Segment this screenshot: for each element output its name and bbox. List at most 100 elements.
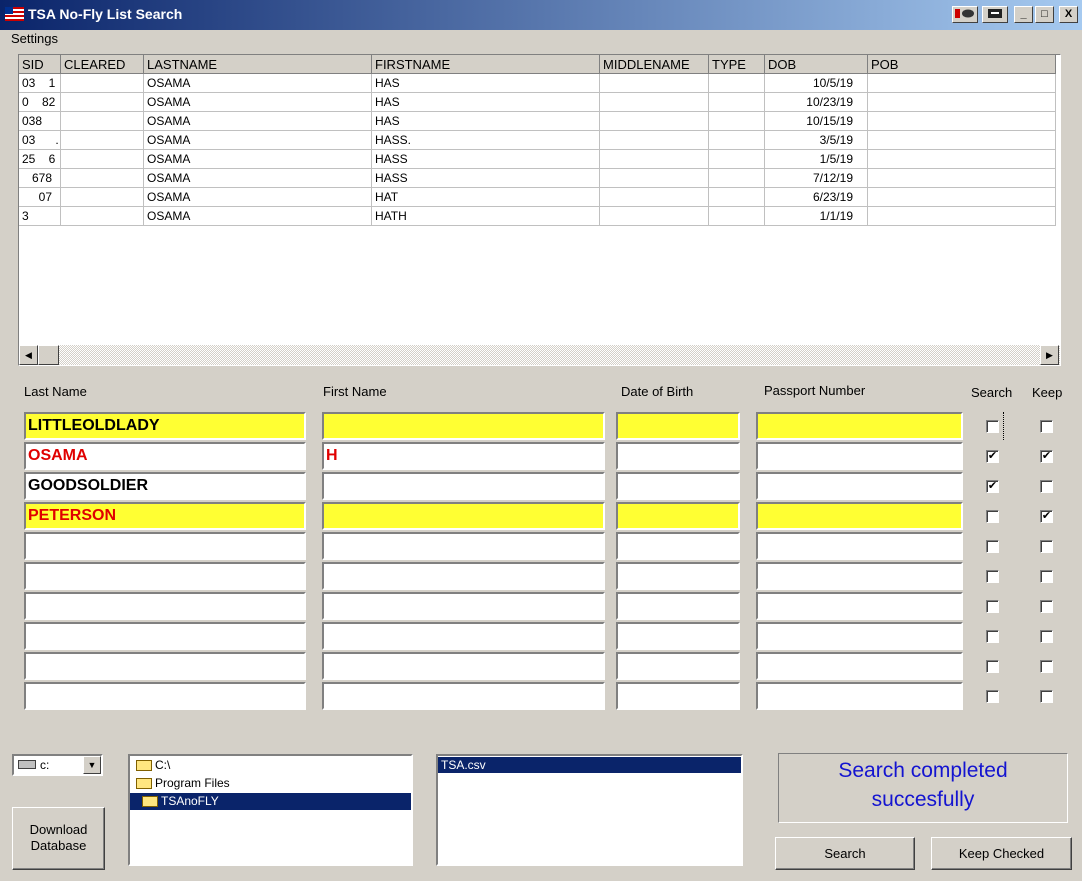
search-button[interactable]: Search xyxy=(775,837,915,870)
grid-cell-firstname[interactable]: HAS xyxy=(372,74,600,93)
grid-cell-dob[interactable]: 10/15/19 xyxy=(765,112,868,131)
grid-cell-sid[interactable]: 3 xyxy=(19,207,61,226)
grid-cell-middlename[interactable] xyxy=(600,93,709,112)
grid-cell-lastname[interactable]: OSAMA xyxy=(144,112,372,131)
last-field[interactable] xyxy=(24,622,306,650)
grid-cell-firstname[interactable]: HASS xyxy=(372,150,600,169)
grid-cell-type[interactable] xyxy=(709,150,765,169)
grid-cell-sid[interactable]: 03 1 xyxy=(19,74,61,93)
dob-field[interactable] xyxy=(616,412,740,440)
grid-cell-pob[interactable] xyxy=(868,74,1056,93)
grid-cell-firstname[interactable]: HAT xyxy=(372,188,600,207)
first-field[interactable] xyxy=(322,532,605,560)
grid-cell-middlename[interactable] xyxy=(600,150,709,169)
grid-cell-type[interactable] xyxy=(709,74,765,93)
grid-cell-pob[interactable] xyxy=(868,93,1056,112)
column-header-pob[interactable]: POB xyxy=(868,55,1056,74)
grid-cell-middlename[interactable] xyxy=(600,188,709,207)
grid-cell-pob[interactable] xyxy=(868,112,1056,131)
first-field[interactable] xyxy=(322,682,605,710)
grid-cell-sid[interactable]: 25 6 xyxy=(19,150,61,169)
column-header-dob[interactable]: DOB xyxy=(765,55,868,74)
first-field[interactable] xyxy=(322,502,605,530)
drive-select[interactable]: c: ▼ xyxy=(12,754,103,776)
keep-checkbox[interactable]: ✔ xyxy=(1040,450,1053,463)
keep-checkbox[interactable]: ✔ xyxy=(1040,510,1053,523)
dob-field[interactable] xyxy=(616,562,740,590)
grid-cell-lastname[interactable]: OSAMA xyxy=(144,188,372,207)
search-checkbox[interactable] xyxy=(986,570,999,583)
grid-cell-type[interactable] xyxy=(709,188,765,207)
grid-cell-sid[interactable]: 03 . xyxy=(19,131,61,150)
dob-field[interactable] xyxy=(616,472,740,500)
grid-cell-cleared[interactable] xyxy=(61,169,144,188)
grid-cell-lastname[interactable]: OSAMA xyxy=(144,74,372,93)
search-checkbox[interactable] xyxy=(986,540,999,553)
grid-cell-lastname[interactable]: OSAMA xyxy=(144,150,372,169)
grid-cell-pob[interactable] xyxy=(868,131,1056,150)
grid-cell-cleared[interactable] xyxy=(61,150,144,169)
grid-cell-firstname[interactable]: HAS xyxy=(372,93,600,112)
keep-checkbox[interactable] xyxy=(1040,630,1053,643)
grid-cell-cleared[interactable] xyxy=(61,207,144,226)
search-checkbox[interactable] xyxy=(986,690,999,703)
tray-icon[interactable] xyxy=(952,6,978,23)
column-header-firstname[interactable]: FIRSTNAME xyxy=(372,55,600,74)
grid-cell-type[interactable] xyxy=(709,131,765,150)
keep-checkbox[interactable] xyxy=(1040,420,1053,433)
grid-cell-sid[interactable]: 0 82 xyxy=(19,93,61,112)
passport-field[interactable] xyxy=(756,502,963,530)
directory-item[interactable]: Program Files xyxy=(136,775,230,792)
grid-cell-dob[interactable]: 7/12/19 xyxy=(765,169,868,188)
grid-cell-cleared[interactable] xyxy=(61,112,144,131)
grid-cell-cleared[interactable] xyxy=(61,131,144,150)
passport-field[interactable] xyxy=(756,652,963,680)
keep-checkbox[interactable] xyxy=(1040,570,1053,583)
grid-cell-pob[interactable] xyxy=(868,188,1056,207)
keep-checkbox[interactable] xyxy=(1040,480,1053,493)
scroll-right-button[interactable]: ▶ xyxy=(1040,345,1059,365)
grid-cell-dob[interactable]: 1/1/19 xyxy=(765,207,868,226)
grid-cell-middlename[interactable] xyxy=(600,207,709,226)
first-field[interactable] xyxy=(322,412,605,440)
grid-cell-cleared[interactable] xyxy=(61,74,144,93)
grid-cell-firstname[interactable]: HASS xyxy=(372,169,600,188)
search-checkbox[interactable] xyxy=(986,420,999,433)
grid-cell-sid[interactable]: 038 xyxy=(19,112,61,131)
last-field[interactable] xyxy=(24,532,306,560)
grid-cell-firstname[interactable]: HASS. xyxy=(372,131,600,150)
keep-checked-button[interactable]: Keep Checked xyxy=(931,837,1072,870)
grid-cell-middlename[interactable] xyxy=(600,131,709,150)
dob-field[interactable] xyxy=(616,502,740,530)
directory-list[interactable]: C:\ Program Files TSAnoFLY xyxy=(128,754,413,866)
grid-cell-pob[interactable] xyxy=(868,150,1056,169)
passport-field[interactable] xyxy=(756,592,963,620)
passport-field[interactable] xyxy=(756,412,963,440)
grid-cell-firstname[interactable]: HAS xyxy=(372,112,600,131)
file-list[interactable]: TSA.csv xyxy=(436,754,743,866)
first-field[interactable] xyxy=(322,622,605,650)
grid-cell-middlename[interactable] xyxy=(600,74,709,93)
passport-field[interactable] xyxy=(756,562,963,590)
first-field[interactable]: H xyxy=(322,442,605,470)
first-field[interactable] xyxy=(322,592,605,620)
grid-cell-cleared[interactable] xyxy=(61,93,144,112)
column-header-lastname[interactable]: LASTNAME xyxy=(144,55,372,74)
column-header-sid[interactable]: SID xyxy=(19,55,61,74)
passport-field[interactable] xyxy=(756,622,963,650)
grid-cell-firstname[interactable]: HATH xyxy=(372,207,600,226)
close-button[interactable]: X xyxy=(1059,6,1078,23)
passport-field[interactable] xyxy=(756,682,963,710)
grid-cell-dob[interactable]: 10/5/19 xyxy=(765,74,868,93)
search-checkbox[interactable]: ✔ xyxy=(986,480,999,493)
last-field[interactable]: LITTLEOLDLADY xyxy=(24,412,306,440)
scroll-left-button[interactable]: ◀ xyxy=(19,345,38,365)
column-header-type[interactable]: TYPE xyxy=(709,55,765,74)
dob-field[interactable] xyxy=(616,532,740,560)
dob-field[interactable] xyxy=(616,652,740,680)
results-grid[interactable]: SID CLEARED LASTNAME FIRSTNAME MIDDLENAME TYP… xyxy=(18,54,1061,366)
keep-checkbox[interactable] xyxy=(1040,540,1053,553)
grid-cell-dob[interactable]: 6/23/19 xyxy=(765,188,868,207)
grid-cell-pob[interactable] xyxy=(868,207,1056,226)
passport-field[interactable] xyxy=(756,532,963,560)
